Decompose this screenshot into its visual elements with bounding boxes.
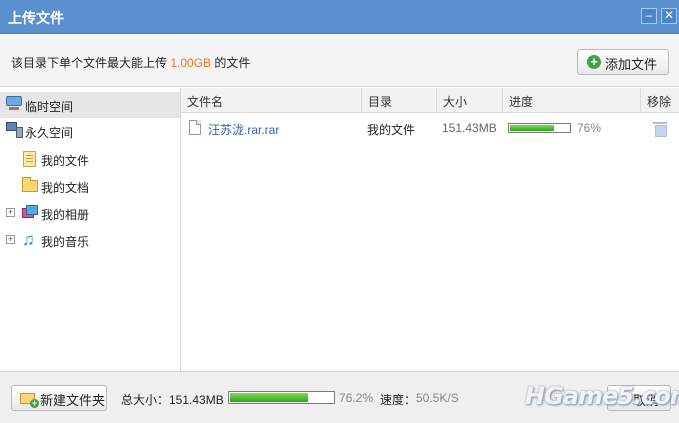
total-progress-bar xyxy=(228,391,335,404)
new-folder-label: 新建文件夹 xyxy=(40,393,106,408)
sidebar-item-my-documents[interactable]: 我的文档 xyxy=(0,173,180,199)
table-row[interactable]: 汪苏泷.rar.rar 我的文件 151.43MB 76% xyxy=(181,114,679,141)
music-icon: ♫ xyxy=(22,230,35,249)
minimize-icon[interactable]: – xyxy=(641,8,657,24)
expand-icon[interactable]: + xyxy=(6,235,15,244)
cancel-label: 取消 xyxy=(633,393,660,408)
column-header-directory[interactable]: 目录 xyxy=(362,88,437,113)
expand-icon[interactable]: + xyxy=(6,208,15,217)
close-icon[interactable]: ✕ xyxy=(661,8,677,24)
file-icon xyxy=(189,120,201,135)
trash-icon[interactable] xyxy=(653,122,667,137)
upload-limit-prefix: 该目录下单个文件最大能上传 xyxy=(11,56,171,70)
title-bar: 上传文件 – ✕ xyxy=(0,0,679,34)
sidebar-item-label: 我的音乐 xyxy=(41,235,90,249)
sidebar-item-temp-space[interactable]: 临时空间 xyxy=(0,92,180,118)
upload-limit-message: 该目录下单个文件最大能上传 1.00GB 的文件 xyxy=(11,54,250,71)
total-size-label: 总大小：151.43MB xyxy=(121,393,224,407)
server-icon xyxy=(6,122,23,138)
sidebar-item-my-music[interactable]: + ♫ 我的音乐 xyxy=(0,227,180,253)
sidebar-item-label: 永久空间 xyxy=(25,126,74,140)
column-header-size[interactable]: 大小 xyxy=(437,88,503,113)
document-icon xyxy=(23,151,36,167)
column-header-progress[interactable]: 进度 xyxy=(503,88,641,113)
sidebar-item-label: 我的文件 xyxy=(41,154,90,168)
file-table-header: 文件名 目录 大小 进度 移除 xyxy=(181,88,679,113)
speed-label: 速度： xyxy=(380,393,417,407)
upload-limit-value: 1.00GB xyxy=(170,56,212,70)
folder-tree: 临时空间 永久空间 我的文件 我的文档 + 我的相册 + ♫ 我的音乐 xyxy=(0,88,181,371)
speed-value: 50.5K/S xyxy=(416,391,459,405)
upload-limit-suffix: 的文件 xyxy=(211,56,251,70)
file-name[interactable]: 汪苏泷.rar.rar xyxy=(208,121,279,138)
sidebar-item-label: 临时空间 xyxy=(25,100,74,114)
column-header-filename[interactable]: 文件名 xyxy=(181,88,362,113)
column-header-remove: 移除 xyxy=(647,95,672,109)
sidebar-item-label: 我的相册 xyxy=(41,208,90,222)
file-progress-percent: 76% xyxy=(577,121,602,135)
total-progress-percent: 76.2% xyxy=(339,391,374,405)
sidebar-item-my-album[interactable]: + 我的相册 xyxy=(0,200,180,226)
new-folder-button[interactable]: 新建文件夹 xyxy=(11,385,107,411)
computer-icon xyxy=(6,96,22,110)
add-file-button[interactable]: + 添加文件 xyxy=(577,49,669,75)
total-progress-fill xyxy=(230,393,308,402)
folder-icon xyxy=(22,177,38,192)
file-directory: 我的文件 xyxy=(367,123,416,137)
album-icon xyxy=(22,205,38,219)
new-folder-icon xyxy=(20,393,39,408)
file-progress-bar xyxy=(508,123,571,133)
sidebar-item-my-files[interactable]: 我的文件 xyxy=(0,146,180,172)
sidebar-item-label: 我的文档 xyxy=(41,181,90,195)
plus-circle-icon: + xyxy=(587,55,601,69)
cancel-button[interactable]: 取消 xyxy=(607,385,671,411)
status-bar: 新建文件夹 总大小：151.43MB 76.2% 速度： 50.5K/S 取消 xyxy=(0,371,679,423)
sidebar-item-permanent-space[interactable]: 永久空间 xyxy=(0,118,180,144)
file-size: 151.43MB xyxy=(442,121,497,135)
upload-info-bar: 该目录下单个文件最大能上传 1.00GB 的文件 + 添加文件 xyxy=(0,35,679,87)
add-file-label: 添加文件 xyxy=(605,57,658,72)
window-title: 上传文件 xyxy=(8,10,64,26)
file-progress-fill xyxy=(510,125,555,131)
